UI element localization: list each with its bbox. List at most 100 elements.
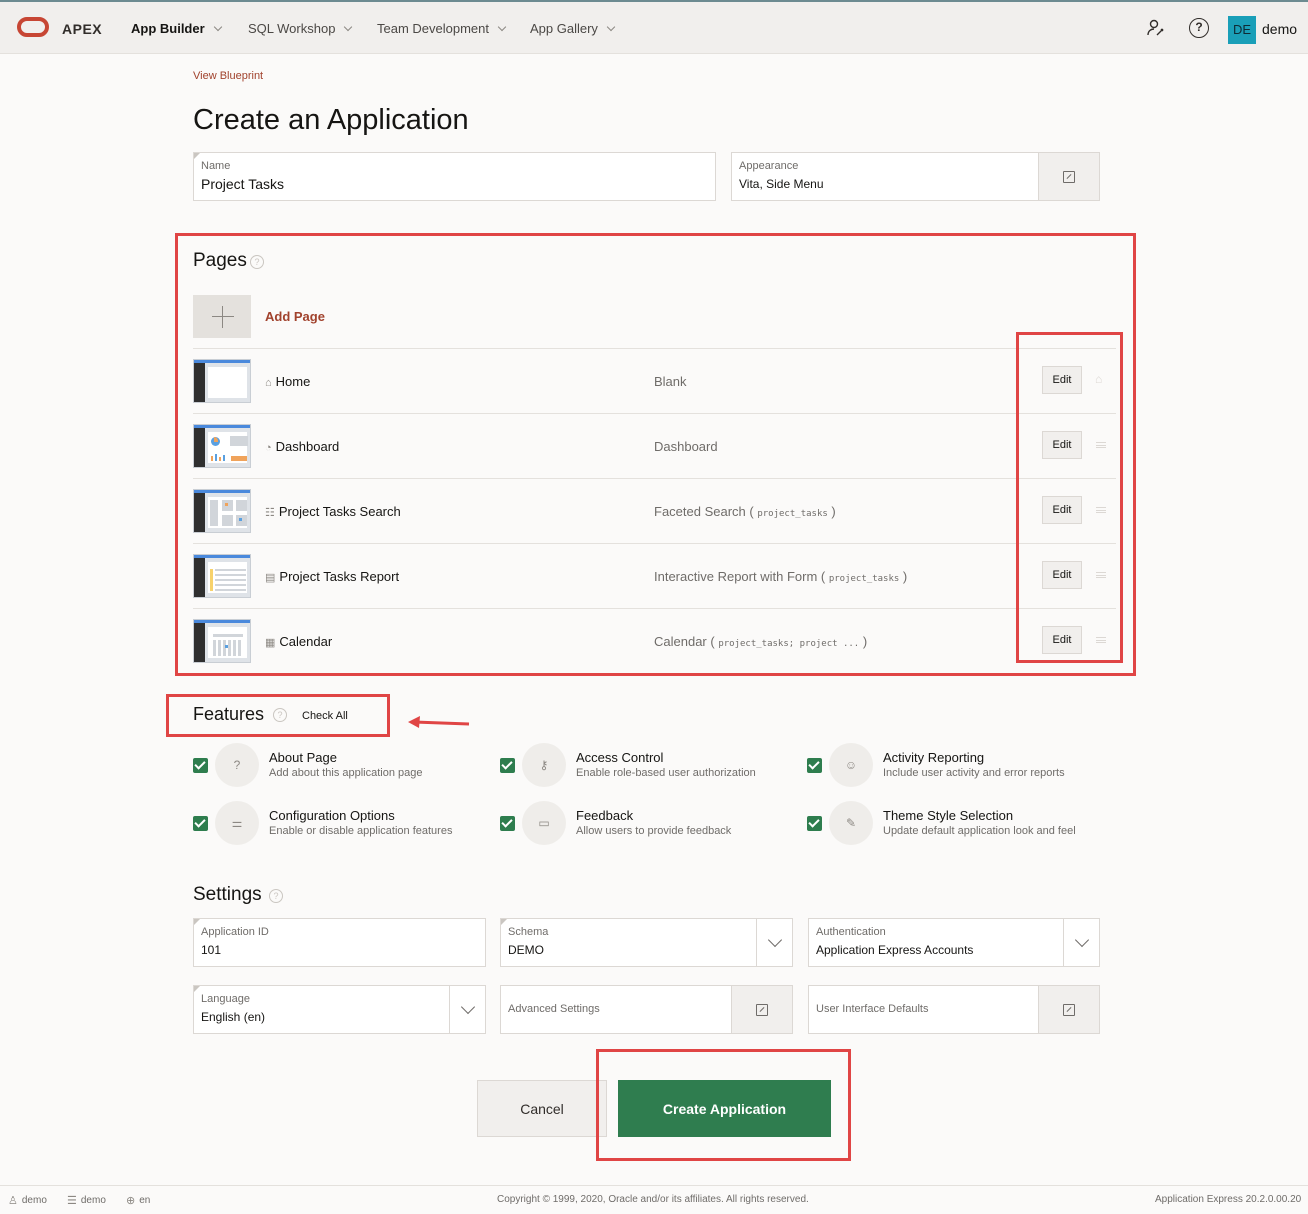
- nav-app-gallery[interactable]: App Gallery: [530, 21, 616, 36]
- create-application-button[interactable]: Create Application: [618, 1080, 831, 1137]
- features-help-icon[interactable]: ?: [273, 708, 287, 722]
- top-navigation-bar: APEX App Builder SQL Workshop Team Devel…: [0, 0, 1308, 54]
- faceted-search-thumbnail: [193, 489, 251, 533]
- source-table: project_tasks; project ...: [718, 639, 860, 649]
- field-label: Language: [201, 993, 250, 1005]
- feature-checkbox[interactable]: [807, 758, 822, 773]
- comment-icon: ▭: [522, 801, 566, 845]
- edit-button[interactable]: Edit: [1042, 366, 1082, 394]
- language-dropdown-toggle[interactable]: [449, 986, 485, 1033]
- page-name: ☷ Project Tasks Search: [265, 504, 401, 519]
- feature-description: Allow users to provide feedback: [576, 825, 732, 837]
- user-icon: ♙: [8, 1195, 18, 1207]
- application-id-field[interactable]: Application ID 101: [193, 918, 486, 967]
- nav-label: App Gallery: [530, 21, 598, 36]
- open-dialog-icon: [1063, 170, 1075, 183]
- nav-app-builder[interactable]: App Builder: [131, 21, 222, 36]
- feature-checkbox[interactable]: [500, 758, 515, 773]
- nav-team-development[interactable]: Team Development: [377, 21, 507, 36]
- feature-about-page[interactable]: ? About Page Add about this application …: [193, 743, 483, 795]
- field-label: Schema: [508, 926, 549, 938]
- footer-user[interactable]: ♙ demo: [8, 1194, 47, 1207]
- footer-schema[interactable]: ☰ demo: [67, 1194, 106, 1207]
- authentication-dropdown-toggle[interactable]: [1063, 919, 1099, 966]
- page-type: Dashboard: [654, 439, 718, 454]
- feature-description: Add about this application page: [269, 767, 423, 779]
- feature-configuration-options[interactable]: ⚌ Configuration Options Enable or disabl…: [193, 801, 483, 853]
- appearance-field[interactable]: Appearance Vita, Side Menu: [731, 152, 1100, 201]
- page-type: Faceted Search ( project_tasks ): [654, 504, 836, 519]
- feature-checkbox[interactable]: [807, 816, 822, 831]
- ui-defaults-field[interactable]: User Interface Defaults: [808, 985, 1100, 1034]
- sliders-icon: ⚌: [215, 801, 259, 845]
- field-value: Application Express Accounts: [816, 943, 974, 957]
- feature-description: Include user activity and error reports: [883, 767, 1065, 779]
- feature-checkbox[interactable]: [193, 758, 208, 773]
- feature-title: Configuration Options: [269, 808, 395, 823]
- required-marker: [194, 153, 200, 159]
- settings-help-icon[interactable]: ?: [269, 889, 283, 903]
- feature-checkbox[interactable]: [193, 816, 208, 831]
- drag-handle-icon[interactable]: [1096, 442, 1106, 448]
- field-value: DEMO: [508, 943, 544, 957]
- footer-language[interactable]: ⊕ en: [126, 1194, 150, 1207]
- user-menu-name[interactable]: demo: [1262, 21, 1297, 37]
- authentication-select[interactable]: Authentication Application Express Accou…: [808, 918, 1100, 967]
- page-type: Interactive Report with Form ( project_t…: [654, 569, 908, 584]
- key-icon: ⚷: [522, 743, 566, 787]
- nav-sql-workshop[interactable]: SQL Workshop: [248, 21, 353, 36]
- settings-heading: Settings: [193, 884, 262, 905]
- ui-defaults-open-button[interactable]: [1038, 986, 1099, 1033]
- add-page-tile[interactable]: [193, 295, 251, 338]
- edit-button[interactable]: Edit: [1042, 431, 1082, 459]
- appearance-label: Appearance: [739, 160, 799, 172]
- feature-activity-reporting[interactable]: ☺ Activity Reporting Include user activi…: [807, 743, 1097, 795]
- apex-logo-text[interactable]: APEX: [62, 21, 102, 37]
- edit-button[interactable]: Edit: [1042, 496, 1082, 524]
- globe-icon: ⊕: [126, 1195, 136, 1207]
- drag-handle-icon[interactable]: [1096, 507, 1106, 513]
- feature-description: Update default application look and feel: [883, 825, 1076, 837]
- check-all-link[interactable]: Check All: [302, 710, 348, 722]
- schema-dropdown-toggle[interactable]: [756, 919, 792, 966]
- help-icon[interactable]: ?: [1189, 18, 1209, 38]
- page-row-home: ⌂ Home Blank Edit ⌂: [193, 348, 1116, 412]
- name-label: Name: [201, 160, 231, 172]
- pages-help-icon[interactable]: ?: [250, 255, 264, 269]
- drag-handle-icon[interactable]: [1096, 637, 1106, 643]
- schema-select[interactable]: Schema DEMO: [500, 918, 793, 967]
- view-blueprint-link[interactable]: View Blueprint: [193, 70, 263, 82]
- appearance-open-button[interactable]: [1038, 153, 1099, 200]
- report-page-thumbnail: [193, 554, 251, 598]
- name-field[interactable]: Name Project Tasks: [193, 152, 716, 201]
- feature-title: About Page: [269, 750, 337, 765]
- brush-icon: ✎: [829, 801, 873, 845]
- feature-theme-style-selection[interactable]: ✎ Theme Style Selection Update default a…: [807, 801, 1097, 853]
- cancel-button[interactable]: Cancel: [477, 1080, 607, 1137]
- edit-button[interactable]: Edit: [1042, 561, 1082, 589]
- feature-checkbox[interactable]: [500, 816, 515, 831]
- add-page-link[interactable]: Add Page: [265, 309, 325, 324]
- nav-label: Team Development: [377, 21, 489, 36]
- feature-feedback[interactable]: ▭ Feedback Allow users to provide feedba…: [500, 801, 790, 853]
- page-name: ⌂ Home: [265, 374, 311, 389]
- avatar[interactable]: DE: [1228, 16, 1256, 44]
- source-table: project_tasks: [757, 509, 828, 519]
- edit-button[interactable]: Edit: [1042, 626, 1082, 654]
- footer: ♙ demo ☰ demo ⊕ en Copyright © 1999, 2020, …: [0, 1185, 1308, 1214]
- drag-handle-icon[interactable]: [1096, 572, 1106, 578]
- feature-title: Feedback: [576, 808, 634, 823]
- footer-version: Application Express 20.2.0.00.20: [1155, 1194, 1302, 1205]
- faceted-search-icon: ☷: [265, 507, 275, 519]
- chevron-down-icon: [1074, 932, 1089, 947]
- advanced-settings-field[interactable]: Advanced Settings: [500, 985, 793, 1034]
- user-activity-icon: ☺: [829, 743, 873, 787]
- language-select[interactable]: Language English (en): [193, 985, 486, 1034]
- feature-access-control[interactable]: ⚷ Access Control Enable role-based user …: [500, 743, 790, 795]
- administration-icon[interactable]: [1146, 18, 1166, 38]
- nav-label: App Builder: [131, 21, 205, 36]
- advanced-settings-open-button[interactable]: [731, 986, 792, 1033]
- features-heading: Features: [193, 704, 265, 724]
- oracle-logo-icon[interactable]: [17, 17, 49, 37]
- field-label: User Interface Defaults: [816, 1003, 929, 1015]
